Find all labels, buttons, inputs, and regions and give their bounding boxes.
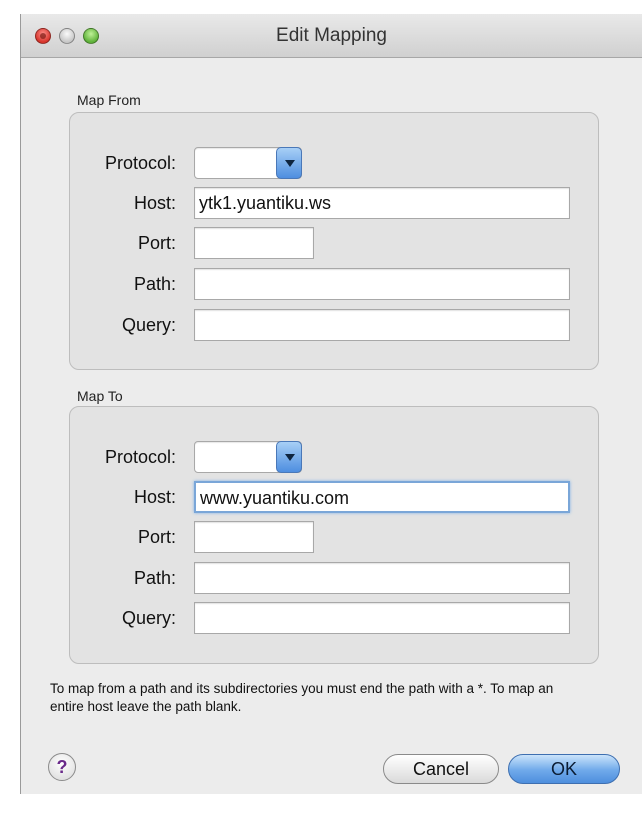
map-to-host-label: Host:	[133, 487, 176, 507]
map-from-protocol-row: Protocol:	[70, 147, 598, 181]
title-bar: Edit Mapping	[21, 14, 642, 58]
map-from-protocol-label: Protocol:	[104, 153, 176, 173]
map-to-protocol-label: Protocol:	[104, 447, 176, 467]
map-to-group: Protocol: Host: www.yuantiku.com Port: P…	[69, 406, 599, 664]
map-from-host-label: Host:	[133, 193, 176, 213]
map-from-group: Protocol: Host: ytk1.yuantiku.ws Port: P…	[69, 112, 599, 370]
map-to-host-field[interactable]: www.yuantiku.com	[194, 481, 570, 513]
map-from-query-field[interactable]	[194, 309, 570, 341]
map-to-port-row: Port:	[70, 521, 598, 555]
mapping-help-text: To map from a path and its subdirectorie…	[50, 681, 554, 714]
map-to-label: Map To	[77, 388, 123, 404]
map-from-port-field[interactable]	[194, 227, 314, 259]
map-from-query-row: Query:	[70, 309, 598, 343]
help-button[interactable]: ?	[48, 753, 76, 781]
map-from-host-field[interactable]: ytk1.yuantiku.ws	[194, 187, 570, 219]
map-from-port-label: Port:	[137, 233, 176, 253]
map-to-query-label: Query:	[121, 608, 176, 628]
map-from-host-row: Host: ytk1.yuantiku.ws	[70, 187, 598, 221]
window-title: Edit Mapping	[276, 25, 387, 46]
chevron-down-icon	[276, 147, 302, 179]
edit-mapping-dialog: Edit Mapping Map From Protocol: Host: yt…	[20, 14, 642, 794]
map-to-path-label: Path:	[133, 568, 176, 588]
map-to-protocol-popup[interactable]	[194, 441, 302, 473]
map-to-path-field[interactable]	[194, 562, 570, 594]
map-from-label: Map From	[77, 92, 141, 108]
map-to-query-row: Query:	[70, 602, 598, 636]
map-from-path-field[interactable]	[194, 268, 570, 300]
map-to-port-label: Port:	[137, 527, 176, 547]
map-to-path-row: Path:	[70, 562, 598, 596]
map-to-protocol-row: Protocol:	[70, 441, 598, 475]
chevron-down-icon	[276, 441, 302, 473]
map-to-host-row: Host: www.yuantiku.com	[70, 481, 598, 515]
cancel-button[interactable]: Cancel	[383, 754, 499, 784]
ok-button[interactable]: OK	[508, 754, 620, 784]
map-from-protocol-popup[interactable]	[194, 147, 302, 179]
map-from-query-label: Query:	[121, 315, 176, 335]
map-from-path-row: Path:	[70, 268, 598, 302]
map-to-port-field[interactable]	[194, 521, 314, 553]
map-from-port-row: Port:	[70, 227, 598, 261]
map-from-path-label: Path:	[133, 274, 176, 294]
map-to-query-field[interactable]	[194, 602, 570, 634]
